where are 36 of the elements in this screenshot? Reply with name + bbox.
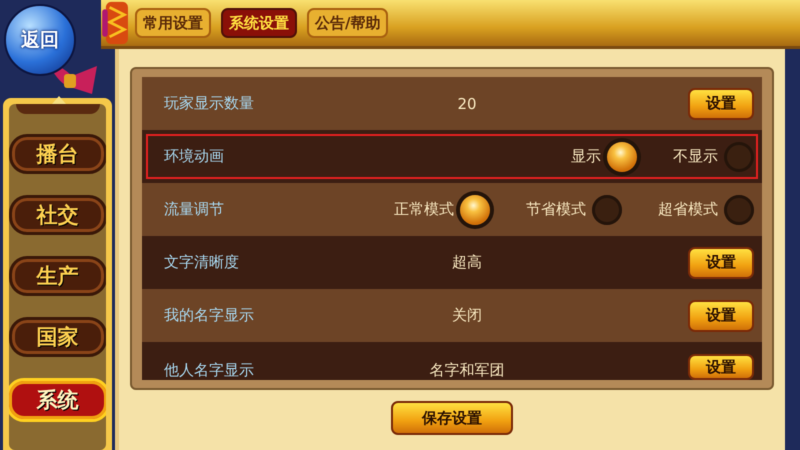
sidebar-item[interactable]: 生产 [9, 256, 106, 296]
set-button[interactable]: 设置 [688, 300, 754, 332]
up-arrow-icon [52, 96, 66, 104]
option-label: 不显示 [673, 147, 718, 166]
setting-value: 20 [456, 94, 478, 112]
setting-value: 名字和军团 [428, 361, 506, 380]
radio-button[interactable] [724, 142, 754, 172]
radio-button[interactable] [607, 142, 637, 172]
sidebar-item[interactable]: 国家 [9, 317, 106, 357]
setting-label: 文字清晰度 [164, 253, 240, 272]
sidebar-item[interactable]: 社交 [9, 195, 106, 235]
setting-label: 流量调节 [164, 200, 225, 219]
setting-value: 超高 [451, 253, 483, 272]
setting-label: 玩家显示数量 [164, 94, 255, 113]
option-label: 显示 [571, 147, 601, 166]
option-label: 超省模式 [658, 200, 718, 219]
tab[interactable]: 常用设置 [135, 8, 211, 38]
setting-label: 我的名字显示 [164, 306, 255, 325]
set-button[interactable]: 设置 [688, 354, 754, 380]
sidebar-item-partial[interactable] [16, 104, 100, 114]
scroll-end-drawing [101, 0, 131, 46]
tab[interactable]: 系统设置 [221, 8, 297, 38]
save-settings-button[interactable]: 保存设置 [391, 401, 513, 435]
set-button[interactable]: 设置 [688, 88, 754, 120]
radio-button[interactable] [592, 194, 622, 224]
sidebar-item[interactable]: 系统 [9, 378, 106, 422]
setting-label: 他人名字显示 [164, 361, 255, 380]
option-label: 正常模式 [394, 200, 454, 219]
setting-label: 环境动画 [164, 147, 225, 166]
sidebar-item[interactable]: 播台 [9, 134, 106, 174]
option-label: 节省模式 [526, 200, 586, 219]
radio-button[interactable] [460, 194, 490, 224]
setting-value: 关闭 [451, 306, 483, 325]
tab[interactable]: 公告/帮助 [307, 8, 388, 38]
set-button[interactable]: 设置 [688, 246, 754, 278]
radio-button[interactable] [724, 194, 754, 224]
